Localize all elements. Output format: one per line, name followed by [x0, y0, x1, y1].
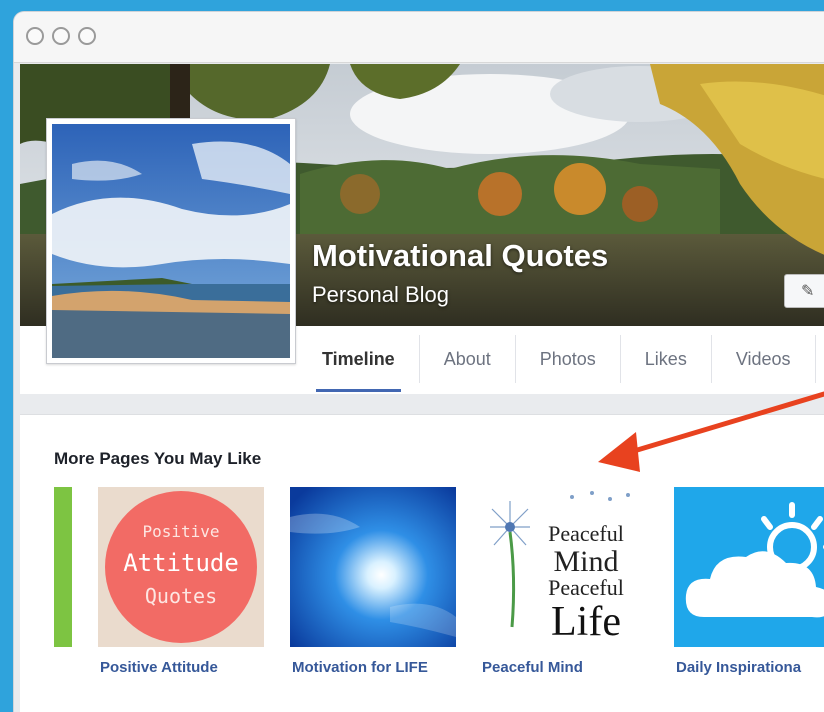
tab-videos[interactable]: Videos [712, 335, 816, 383]
page-category[interactable]: Personal Blog [312, 282, 449, 308]
maximize-window-button[interactable] [78, 27, 96, 45]
positive-attitude-thumbnail[interactable]: Positive Attitude Quotes [98, 487, 264, 647]
suggested-page-link[interactable]: Daily Inspirationa [676, 659, 801, 676]
thumb-text-line-1: Peaceful [548, 521, 624, 546]
tab-timeline[interactable]: Timeline [298, 335, 420, 392]
tab-likes[interactable]: Likes [621, 335, 712, 383]
browser-window: Motivational Quotes Personal Blog ✎ Time… [14, 12, 824, 712]
tab-about[interactable]: About [420, 335, 516, 383]
peaceful-mind-thumbnail[interactable]: Peaceful Mind Peaceful Life [482, 487, 648, 647]
thumb-text-line-3: Peaceful [548, 575, 624, 600]
edit-cover-button[interactable]: ✎ [784, 274, 824, 308]
suggested-page-link[interactable]: Positive Attitude [100, 659, 218, 676]
minimize-window-button[interactable] [52, 27, 70, 45]
motivation-for-life-thumbnail[interactable] [290, 487, 456, 647]
profile-picture[interactable] [46, 118, 296, 364]
suggested-page-link[interactable]: Peaceful Mind [482, 659, 583, 676]
page-title: Motivational Quotes [312, 238, 609, 273]
suggested-page-link[interactable]: Motivation for LIFE [292, 659, 428, 676]
thumb-text-line-2: Attitude [123, 549, 239, 577]
thumb-text-line-2: Mind [553, 545, 618, 578]
previous-page-thumbnail[interactable] [54, 487, 72, 647]
page-tabs: Timeline About Photos Likes Videos [298, 326, 824, 392]
close-window-button[interactable] [26, 27, 44, 45]
thumb-text-line-1: Positive [142, 522, 219, 541]
title-bar [14, 12, 824, 63]
page-header-card: Motivational Quotes Personal Blog ✎ Time… [20, 64, 824, 394]
more-pages-card: More Pages You May Like Positive Attitud… [20, 414, 824, 712]
more-pages-title: More Pages You May Like [54, 449, 262, 468]
daily-inspirational-thumbnail[interactable] [674, 487, 824, 647]
thumb-text-line-4: Life [551, 599, 621, 645]
thumb-text-line-3: Quotes [145, 584, 217, 608]
tab-photos[interactable]: Photos [516, 335, 621, 383]
pencil-icon: ✎ [801, 283, 815, 300]
